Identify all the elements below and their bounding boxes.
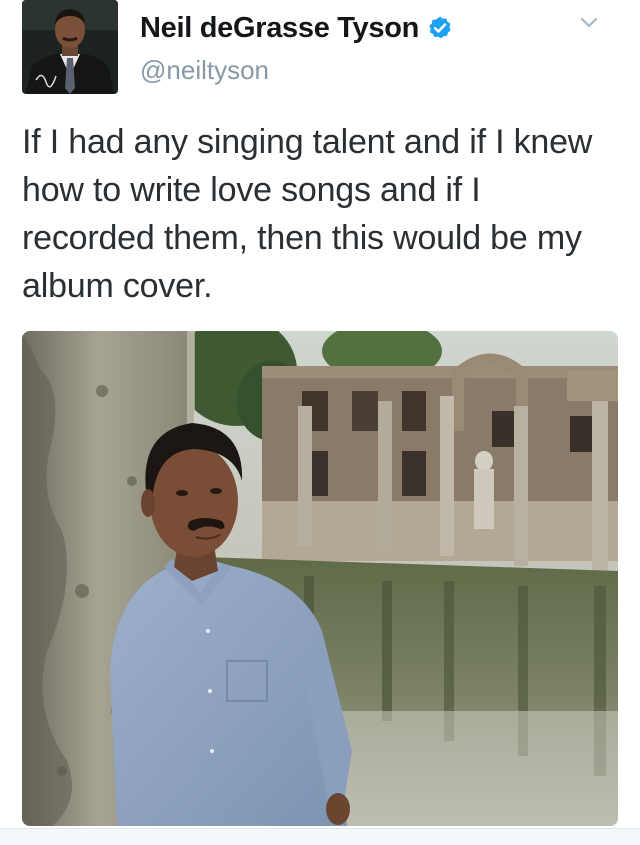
name-row: Neil deGrasse Tyson [140,8,453,48]
avatar[interactable] [22,0,118,94]
verified-badge-icon [427,15,453,41]
display-name[interactable]: Neil deGrasse Tyson [140,12,419,45]
user-handle[interactable]: @neiltyson [140,55,269,86]
tweet-photo[interactable] [22,331,618,826]
avatar-image [22,0,118,94]
chevron-down-icon[interactable] [576,10,602,34]
divider [0,828,640,845]
tweet-card: Neil deGrasse Tyson @neiltyson If I had … [0,0,640,845]
tweet-text: If I had any singing talent and if I kne… [22,123,593,305]
